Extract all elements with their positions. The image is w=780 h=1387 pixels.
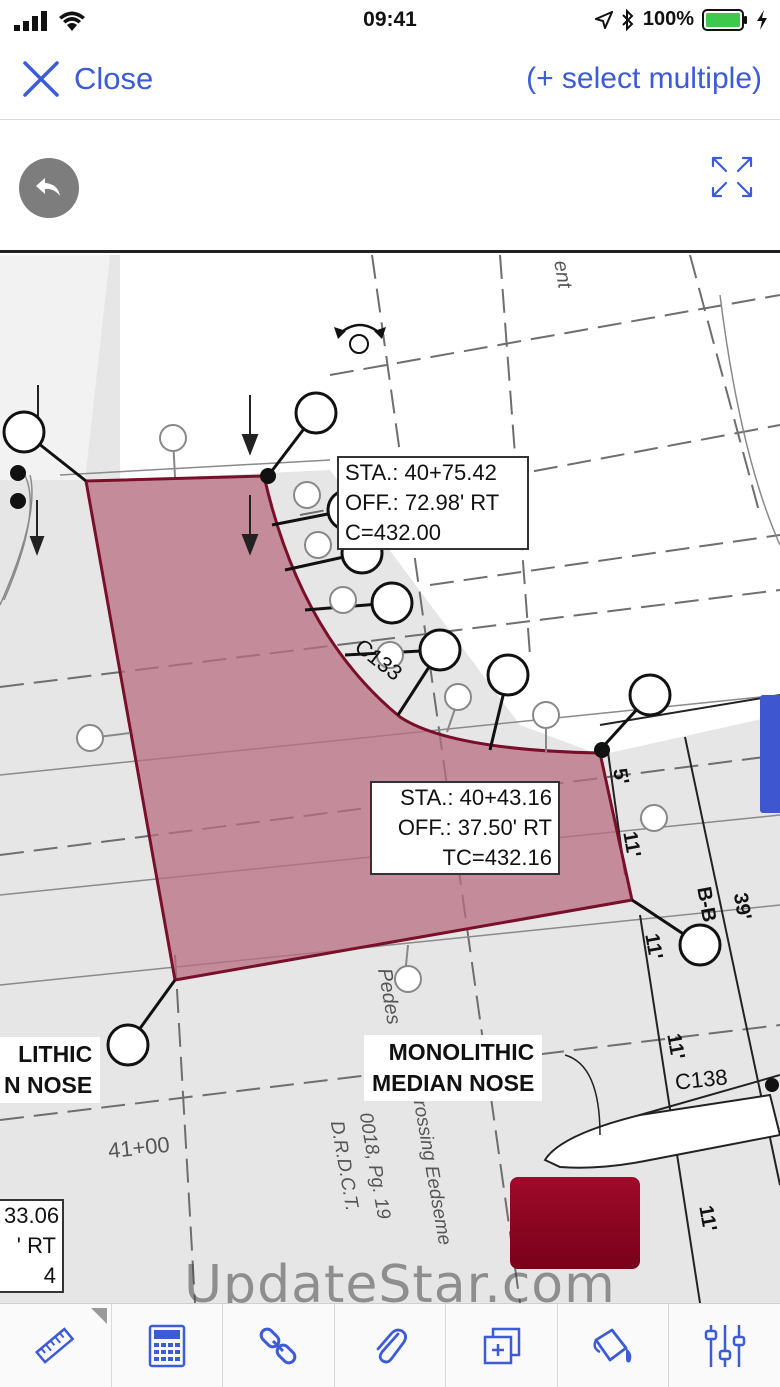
tool-attach[interactable] (335, 1304, 447, 1387)
elevation-line: TC=432.16 (442, 845, 552, 870)
status-right-group: 100% (594, 8, 768, 31)
station-line: STA.: 40+75.42 (345, 460, 497, 485)
plan-text-ent: ent (549, 258, 576, 291)
callout-left: LITHIC N NOSE (0, 1037, 101, 1103)
station-line: 33.06 (4, 1203, 60, 1228)
station-label-box-mid[interactable]: STA.: 40+43.16 OFF.: 37.50' RT TC=432.16 (370, 781, 560, 875)
station-label-box-bottom-left[interactable]: 33.06 ' RT 4 (0, 1199, 64, 1293)
tool-settings[interactable] (669, 1304, 780, 1387)
close-label: Close (74, 61, 154, 96)
c138-label: C138 (673, 1064, 729, 1095)
station-line: STA.: 40+43.16 (400, 785, 552, 810)
bluetooth-icon (622, 8, 634, 31)
bottom-toolbar (0, 1303, 780, 1387)
tool-ruler[interactable] (0, 1304, 112, 1387)
dim-39-label: 39' (728, 891, 756, 922)
offset-line: OFF.: 37.50' RT (397, 815, 552, 840)
select-multiple-button[interactable]: (+ select multiple) (526, 62, 762, 96)
dim-11-label-a: 11' (618, 829, 645, 860)
dim-11-label-d: 11' (694, 1203, 721, 1234)
battery-icon (702, 8, 747, 31)
close-button[interactable]: Close (22, 60, 153, 98)
offset-line: OFF.: 72.98' RT (345, 490, 500, 515)
undo-icon (36, 178, 60, 196)
tool-duplicate[interactable] (446, 1304, 558, 1387)
paperclip-icon (376, 1328, 408, 1363)
tool-link[interactable] (223, 1304, 335, 1387)
drawing-canvas[interactable]: ent C133 41+00 C138 5' 11' 11' 11' 11' 3… (0, 255, 780, 1303)
status-bar: 09:41 100% (0, 0, 780, 40)
offset-line: ' RT (16, 1233, 56, 1258)
dim-11-label-c: 11' (662, 1031, 689, 1062)
callout-left-line1: LITHIC (18, 1041, 93, 1067)
undo-button[interactable] (19, 158, 79, 218)
markup-tool-strip (0, 121, 780, 253)
elevation-line: C=432.00 (345, 520, 442, 545)
callout-right-line1: MONOLITHIC (388, 1039, 535, 1065)
charging-bolt-icon (757, 9, 767, 30)
median-nose-shape (543, 1093, 780, 1169)
location-arrow-icon (594, 10, 613, 29)
expand-icon[interactable] (710, 155, 754, 199)
side-panel-tab[interactable] (760, 695, 780, 813)
tool-calculator[interactable] (112, 1304, 224, 1387)
callout-left-line2: N NOSE (4, 1072, 93, 1098)
navigation-bar: Close (+ select multiple) (0, 40, 780, 120)
duplicate-icon (483, 1327, 520, 1364)
sliders-icon (704, 1324, 745, 1367)
tool-fill[interactable] (558, 1304, 670, 1387)
dim-11-label-b: 11' (640, 931, 667, 962)
station-label-box-top[interactable]: STA.: 40+75.42 OFF.: 72.98' RT C=432.00 (337, 456, 529, 550)
elevation-line: 4 (43, 1263, 56, 1288)
battery-percent: 100% (642, 8, 694, 30)
link-icon (260, 1327, 297, 1364)
calculator-icon (148, 1324, 186, 1367)
ruler-icon (35, 1326, 75, 1364)
watermark: UpdateStar.com (184, 1255, 616, 1303)
paint-bucket-icon (593, 1328, 632, 1362)
callout-right-line2: MEDIAN NOSE (372, 1070, 535, 1096)
close-icon (23, 61, 59, 97)
callout-right: MONOLITHIC MEDIAN NOSE (364, 1035, 543, 1101)
callout-leader (564, 1054, 601, 1136)
